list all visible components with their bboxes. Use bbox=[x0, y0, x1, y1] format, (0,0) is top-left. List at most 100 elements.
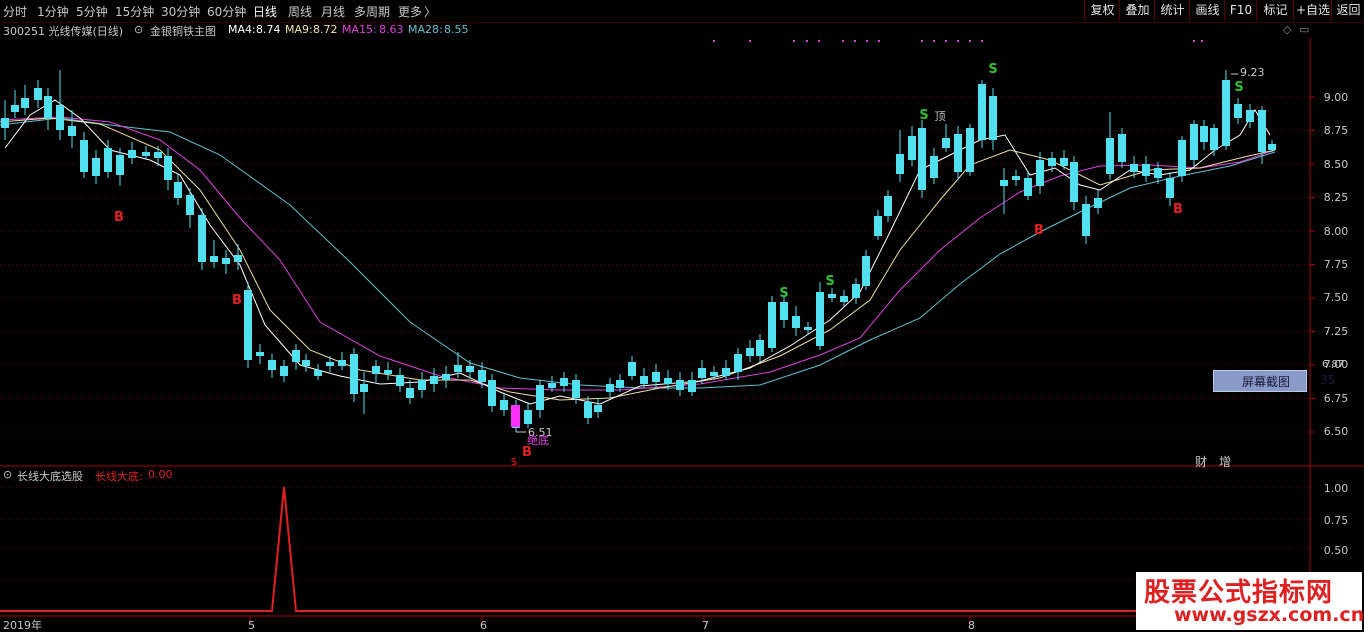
time-label: 5 bbox=[248, 619, 255, 632]
signal-dot bbox=[1193, 40, 1195, 42]
candle-body bbox=[1118, 134, 1126, 162]
candle-body bbox=[792, 316, 800, 328]
candle-body bbox=[406, 388, 414, 398]
candle-body bbox=[478, 370, 486, 382]
candle-body bbox=[326, 362, 334, 366]
candle-body bbox=[804, 327, 812, 330]
watermark: 股票公式指标网 www.gszx.com.cn bbox=[1136, 572, 1364, 630]
candle-body bbox=[722, 368, 730, 376]
candle-body bbox=[954, 134, 962, 172]
price-tick-label: 7.25 bbox=[1324, 325, 1349, 338]
candle-body bbox=[1048, 158, 1056, 166]
candle-body bbox=[1060, 158, 1068, 166]
time-label: 8 bbox=[968, 619, 975, 632]
candle-body bbox=[11, 105, 19, 112]
time-label: 7 bbox=[702, 619, 709, 632]
candle-body bbox=[34, 88, 42, 100]
candle-body bbox=[1222, 80, 1230, 146]
signal-dot bbox=[878, 40, 880, 42]
price-tick-label: 6.75 bbox=[1324, 392, 1349, 405]
signal-dot bbox=[1201, 40, 1203, 42]
candle-body bbox=[918, 128, 926, 190]
kline-chart[interactable]: 9.00 8.75 8.50 8.25 8.00 7.75 7.50 7.25 … bbox=[0, 0, 1364, 632]
candle-body bbox=[396, 375, 404, 386]
candle-body bbox=[56, 105, 64, 130]
ma9-line bbox=[0, 117, 1276, 401]
bottom-candle-body bbox=[511, 405, 520, 427]
bottom-label: 绝底 bbox=[527, 433, 549, 447]
indicator-grid bbox=[0, 486, 1310, 582]
candle-body bbox=[816, 292, 824, 346]
signal-dot bbox=[969, 40, 971, 42]
candle-body bbox=[628, 362, 636, 376]
popup-value: 35 bbox=[1320, 373, 1336, 387]
candle-body bbox=[1210, 128, 1218, 150]
candle-body bbox=[338, 360, 346, 366]
candle-body bbox=[500, 400, 508, 410]
candle-body bbox=[594, 405, 602, 412]
candle-body bbox=[852, 284, 860, 298]
candle-body bbox=[768, 302, 776, 348]
candle-body bbox=[418, 380, 426, 390]
signal-dot bbox=[866, 40, 868, 42]
candle-body bbox=[92, 158, 100, 176]
sell-signal: S bbox=[779, 286, 788, 301]
price-tick-label: 8.50 bbox=[1324, 158, 1349, 171]
candle-body bbox=[874, 216, 882, 236]
candle-body bbox=[1268, 144, 1276, 150]
candle-body bbox=[1166, 178, 1174, 198]
screenshot-popup[interactable]: 屏幕截图 6.87 35 bbox=[1213, 359, 1344, 392]
candle-body bbox=[1106, 138, 1114, 174]
indicator-line-value: 0.00 bbox=[148, 468, 173, 481]
candle-body bbox=[186, 195, 194, 215]
indicator-line-label: 长线大底: bbox=[95, 470, 143, 483]
candle-body bbox=[292, 350, 300, 362]
candle-body bbox=[128, 150, 136, 158]
candle-body bbox=[560, 378, 568, 386]
candle-body bbox=[989, 96, 997, 140]
candle-body bbox=[256, 352, 264, 356]
candle-body bbox=[756, 340, 764, 356]
candle-body bbox=[942, 138, 950, 148]
indicator-panel-name[interactable]: 长线大底选股 bbox=[17, 468, 83, 484]
high-price-label: 9.23 bbox=[1240, 66, 1265, 79]
candle-body bbox=[1012, 176, 1020, 180]
candle-body bbox=[1, 118, 9, 128]
candle-body bbox=[488, 380, 496, 406]
candle-body bbox=[978, 84, 986, 140]
signal-dot bbox=[749, 40, 751, 42]
candle-body bbox=[454, 365, 462, 372]
indicator-tick-label: 1.00 bbox=[1324, 482, 1349, 495]
signal-dot bbox=[842, 40, 844, 42]
candle-body bbox=[198, 215, 206, 262]
candle-body bbox=[268, 360, 276, 370]
candle-body bbox=[572, 380, 580, 398]
candle-body bbox=[280, 366, 288, 376]
indicator-tick-label: 0.50 bbox=[1324, 544, 1349, 557]
candle-body bbox=[1246, 110, 1254, 122]
candle-body bbox=[908, 136, 916, 160]
collapse-indicator-icon[interactable]: ⊙ bbox=[3, 468, 12, 481]
candle-body bbox=[524, 410, 532, 424]
candle-body bbox=[688, 380, 696, 392]
candle-body bbox=[606, 384, 614, 392]
candle-body bbox=[840, 296, 848, 302]
candle-body bbox=[640, 376, 648, 384]
candle-body bbox=[44, 96, 52, 118]
buy-signal: B bbox=[1034, 223, 1044, 238]
candle-body bbox=[862, 256, 870, 286]
candle-body bbox=[302, 360, 310, 366]
candle-body bbox=[746, 348, 754, 356]
candle-body bbox=[536, 385, 544, 410]
price-tick-label: 8.75 bbox=[1324, 124, 1349, 137]
buy-signal: B bbox=[232, 293, 242, 308]
price-tick-label: 8.25 bbox=[1324, 191, 1349, 204]
candle-body bbox=[350, 354, 358, 394]
bottom-s-mark: $ bbox=[511, 455, 518, 468]
candle-body bbox=[884, 196, 892, 216]
sell-signal: S bbox=[988, 62, 997, 77]
candle-body bbox=[466, 366, 474, 372]
candle-body bbox=[210, 256, 218, 262]
signal-markers: B B B B B S S S S S 顶 9.23 6.51 绝底 $ bbox=[114, 62, 1264, 468]
candle-body bbox=[222, 258, 230, 264]
